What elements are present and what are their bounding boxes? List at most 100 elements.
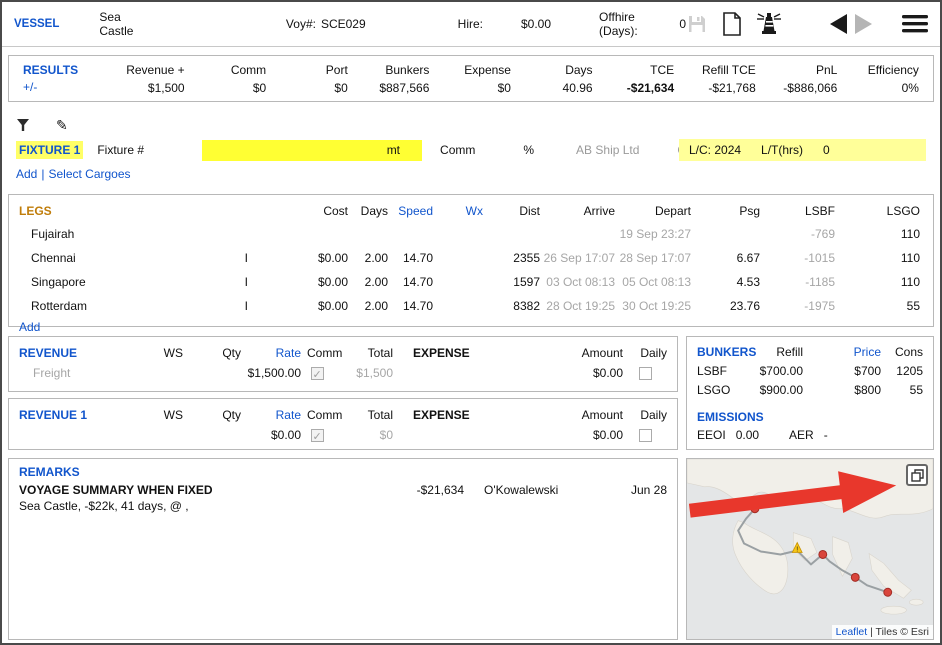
daily-label: Daily [623,405,667,425]
comm-label: Comm [440,143,475,157]
select-cargoes-link[interactable]: Select Cargoes [48,167,130,181]
daily-checkbox[interactable] [639,367,652,380]
leg-speed[interactable]: 14.70 [388,246,433,270]
leg-row[interactable]: Singapore I $0.00 2.00 14.70 1597 03 Oct… [19,270,923,294]
leg-days[interactable]: 2.00 [348,294,388,318]
cargo-quantity-input[interactable]: mt [202,140,422,161]
revenue-title[interactable]: REVENUE [19,343,124,363]
menu-icon[interactable] [902,15,928,33]
leaflet-link[interactable]: Leaflet [836,626,868,638]
leg-row[interactable]: Fujairah 19 Sep 23:27 -769 110 [19,222,923,246]
results-value: 40.96 [511,81,593,95]
edit-pencil-icon[interactable]: ✎ [56,117,68,134]
leg-arrive: 26 Sep 17:07 [540,246,615,270]
leg-lsbf: -1185 [760,270,835,294]
fixture-title[interactable]: FIXTURE 1 [16,141,83,159]
revenue1-title[interactable]: REVENUE 1 [19,405,124,425]
results-label: TCE [593,63,675,77]
route-map-panel[interactable]: ! Leaflet | Tiles © Esri [686,458,934,640]
charterer-name[interactable]: AB Ship Ltd [576,143,639,157]
expense-title: EXPENSE [413,343,553,363]
leg-cost[interactable]: $0.00 [248,294,348,318]
results-value: $0 [266,81,348,95]
leg-speed[interactable]: 14.70 [388,270,433,294]
legs-panel: LEGS Cost Days Speed Wx Dist Arrive Depa… [8,194,934,327]
rate-value[interactable]: $1,500.00 [241,363,301,383]
results-col-refill-tce: Refill TCE -$21,768 [674,63,756,95]
price-label[interactable]: Price [803,343,881,362]
filter-icon[interactable] [16,118,30,132]
rate-label[interactable]: Rate [241,405,301,425]
svg-text:!: ! [796,546,798,553]
results-col-comm: Comm $0 [185,63,267,95]
ws-label: WS [124,343,183,363]
aer-label: AER [789,428,814,442]
leg-lsbf: -1975 [760,294,835,318]
voyage-number: SCE029 [321,17,366,31]
aer-value: - [824,428,828,442]
remark-tce-value: -$21,634 [369,483,464,497]
results-title[interactable]: RESULTS [23,62,103,78]
bunker-price[interactable]: $700 [803,362,881,381]
leg-row[interactable]: Chennai I $0.00 2.00 14.70 2355 26 Sep 1… [19,246,923,270]
revenue-panel: REVENUE WS Qty Rate Comm Total EXPENSE A… [8,336,678,392]
amount-label: Amount [553,343,623,363]
fixture-section: ✎ FIXTURE 1 Fixture # mt Comm % AB Ship … [8,114,934,192]
comm-col-label: Comm [301,405,333,425]
fixture-add-link[interactable]: Add [16,167,37,181]
legs-header-lsgo: LSGO [835,200,920,222]
leg-port[interactable]: Fujairah [19,222,184,246]
leg-speed[interactable]: 14.70 [388,294,433,318]
map-expand-icon[interactable] [906,464,928,486]
save-icon[interactable] [686,13,708,35]
legs-add-link[interactable]: Add [19,320,40,334]
bunker-refill[interactable]: $900.00 [747,381,803,400]
comm-checkbox[interactable] [311,429,324,442]
bunker-price[interactable]: $800 [803,381,881,400]
results-subtitle[interactable]: +/- [23,79,103,95]
quantity-unit-label: mt [387,143,400,157]
leg-days[interactable]: 2.00 [348,246,388,270]
leg-row[interactable]: Rotterdam I $0.00 2.00 14.70 8382 28 Oct… [19,294,923,318]
emissions-title[interactable]: EMISSIONS [697,410,923,424]
vessel-name[interactable]: Sea Castle [99,10,154,38]
legs-header-speed[interactable]: Speed [388,200,433,222]
leg-cost[interactable]: $0.00 [248,270,348,294]
lighthouse-icon[interactable] [756,12,782,36]
rate-label[interactable]: Rate [241,343,301,363]
laycan-strip[interactable]: L/C: 2024 L/T(hrs) 0 [679,139,926,161]
leg-port[interactable]: Chennai [19,246,184,270]
remark-body[interactable]: Sea Castle, -$22k, 41 days, @ , [19,499,667,513]
results-value: -$21,768 [674,81,756,95]
link-separator: | [41,167,44,181]
daily-checkbox[interactable] [639,429,652,442]
offhire-value[interactable]: 0 [679,17,686,31]
map-canvas[interactable]: ! [687,459,933,639]
bunker-refill[interactable]: $700.00 [747,362,803,381]
bunkers-title[interactable]: BUNKERS [697,343,747,362]
leg-depart: 19 Sep 23:27 [615,222,691,246]
remarks-title[interactable]: REMARKS [19,465,667,479]
back-arrow-icon[interactable] [830,14,847,34]
comm-checkbox[interactable] [311,367,324,380]
forward-arrow-icon[interactable] [855,14,872,34]
laytime-value: 0 [823,143,830,157]
leg-dist: 1597 [483,270,540,294]
legs-header-wx[interactable]: Wx [433,200,483,222]
leg-port[interactable]: Singapore [19,270,184,294]
legs-title[interactable]: LEGS [19,200,184,222]
expense-amount-value[interactable]: $0.00 [553,363,623,383]
percent-label: % [523,143,534,157]
leg-days[interactable]: 2.00 [348,270,388,294]
legs-header-depart: Depart [615,200,691,222]
leg-port[interactable]: Rotterdam [19,294,184,318]
expense-amount-value[interactable]: $0.00 [553,425,623,445]
hire-value[interactable]: $0.00 [521,17,551,31]
results-title-block: RESULTS +/- [23,62,103,94]
new-document-icon[interactable] [722,12,742,36]
total-value: $0 [333,425,393,445]
rate-value[interactable]: $0.00 [241,425,301,445]
qty-label: Qty [183,405,241,425]
revenue1-panel: REVENUE 1 WS Qty Rate Comm Total EXPENSE… [8,398,678,450]
leg-cost[interactable]: $0.00 [248,246,348,270]
